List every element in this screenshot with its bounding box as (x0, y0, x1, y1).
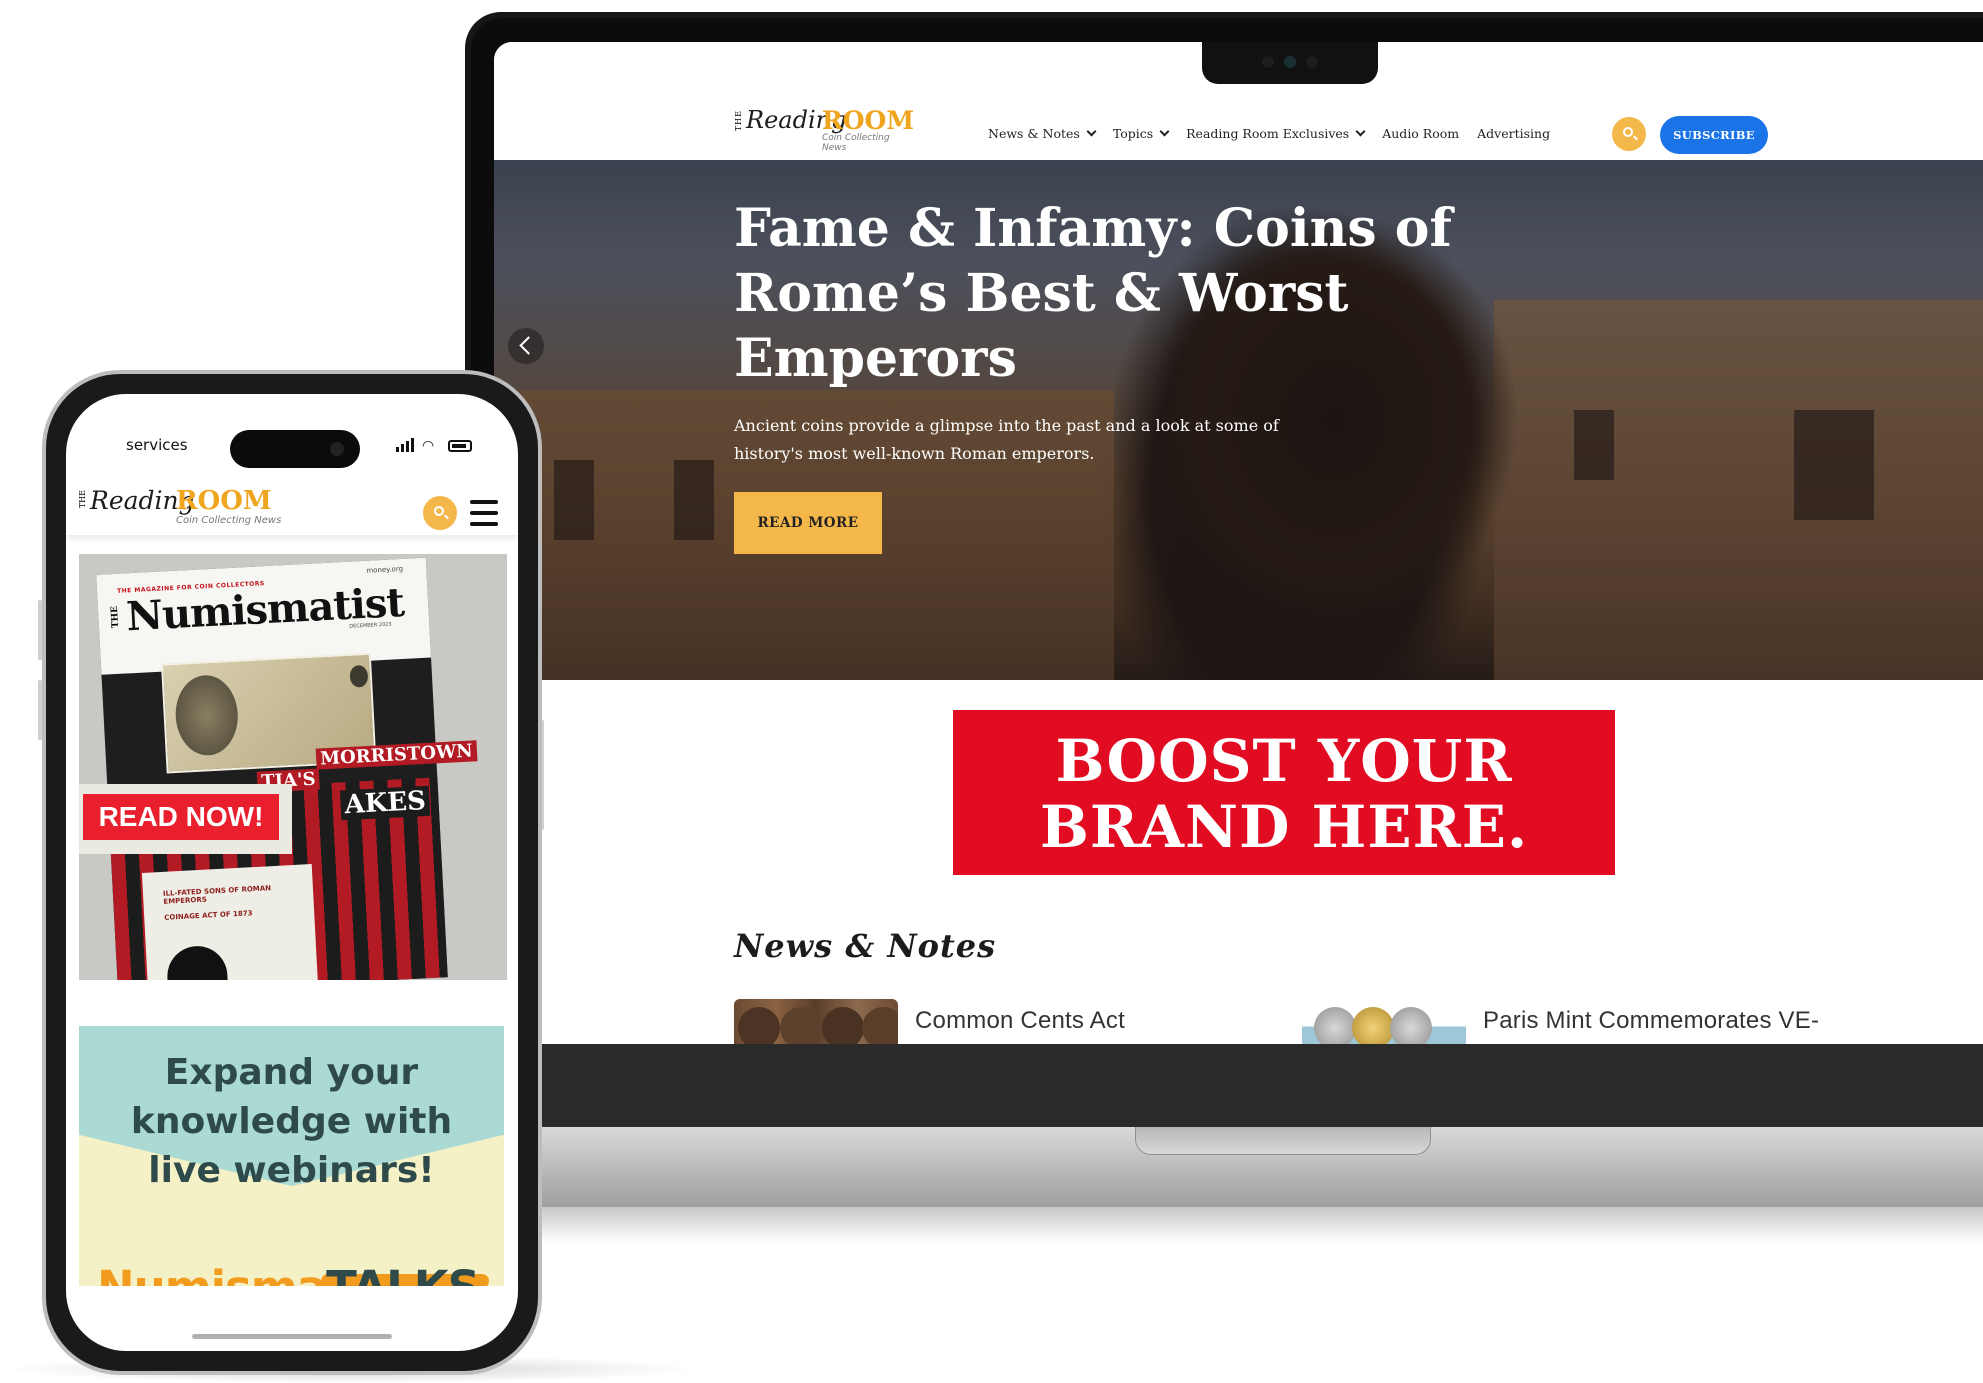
mobile-header: THE Reading ROOM Coin Collecting News (66, 474, 518, 536)
wifi-icon: ◠ (422, 438, 435, 454)
news-thumb-paris-mint[interactable] (1302, 999, 1466, 1045)
logo-room: ROOM (822, 106, 915, 135)
phone-screen: services ◠ THE Reading ROOM Coin Collect… (66, 394, 518, 1351)
nav-audio-room[interactable]: Audio Room (1382, 126, 1459, 141)
news-item-title[interactable]: Common Cents Act (915, 1007, 1125, 1035)
ad-line-1: BOOST YOUR (1055, 727, 1513, 795)
chevron-down-icon (1159, 126, 1170, 137)
search-icon (434, 506, 444, 516)
hero-banner: Fame & Infamy: Coins of Rome’s Best & Wo… (494, 160, 1983, 680)
mobile-site-logo[interactable]: THE Reading ROOM Coin Collecting News (78, 486, 298, 530)
laptop-screen: THE Reading ROOM Coin Collecting News Ne… (494, 42, 1983, 1045)
nav-news-notes[interactable]: News & Notes (988, 126, 1097, 141)
magazine-date: DECEMBER 2023 (349, 621, 392, 630)
figure-silhouette (165, 944, 229, 980)
magazine-ad[interactable]: THE MAGAZINE FOR COIN COLLECTORS money.o… (79, 554, 507, 980)
news-heading: News & Notes (734, 927, 997, 965)
webinar-headline: Expand your knowledge with live webinars… (130, 1052, 453, 1191)
nav-advertising[interactable]: Advertising (1477, 126, 1550, 141)
magazine-url: money.org (366, 564, 404, 575)
hero-description: Ancient coins provide a glimpse into the… (734, 416, 1279, 463)
nav-reading-room-exclusives[interactable]: Reading Room Exclusives (1186, 126, 1366, 141)
magazine-cover: THE MAGAZINE FOR COIN COLLECTORS money.o… (96, 557, 478, 980)
hero-title[interactable]: Fame & Infamy: Coins of Rome’s Best & Wo… (734, 196, 1454, 391)
chevron-down-icon (1355, 126, 1366, 137)
chevron-down-icon (1086, 126, 1097, 137)
webinar-ad[interactable]: Expand your knowledge with live webinars… (79, 1026, 504, 1286)
numismatalks-logo: NumismaTALKS (97, 1261, 480, 1286)
phone-device: services ◠ THE Reading ROOM Coin Collect… (42, 370, 542, 1375)
read-more-button[interactable]: READ MORE (734, 492, 882, 554)
logo-tagline: Coin Collecting News (176, 515, 282, 526)
mobile-search-button[interactable] (423, 496, 457, 530)
battery-icon (448, 440, 472, 452)
status-icons: ◠ (396, 438, 486, 454)
main-nav: News & Notes Topics Reading Room Exclusi… (988, 126, 1568, 141)
logo-room: ROOM (176, 486, 272, 516)
camera-notch (1202, 42, 1378, 84)
news-item-title[interactable]: Paris Mint Commemorates VE- (1483, 1007, 1819, 1035)
camera-icon (1284, 56, 1296, 68)
logo-the: THE (78, 490, 87, 509)
site-logo[interactable]: THE Reading ROOM Coin Collecting News (734, 106, 915, 153)
ad-line-2: BRAND HERE. (1039, 793, 1529, 861)
hamburger-menu-icon[interactable] (470, 500, 498, 526)
laptop-open-notch (1135, 1127, 1431, 1155)
home-indicator[interactable] (192, 1334, 392, 1339)
signal-icon (396, 438, 416, 454)
search-button[interactable] (1612, 117, 1646, 151)
nav-topics[interactable]: Topics (1113, 126, 1170, 141)
logo-the: THE (734, 110, 743, 132)
carousel-prev-arrow-icon[interactable] (508, 328, 544, 364)
ad-banner[interactable]: BOOST YOUR BRAND HERE. (953, 710, 1615, 875)
dynamic-island (230, 430, 360, 468)
logo-tagline: Coin Collecting News (822, 133, 890, 153)
laptop-hinge (459, 1044, 1983, 1129)
status-carrier: services (126, 436, 188, 454)
search-icon (1623, 127, 1633, 137)
read-now-button[interactable]: READ NOW! (83, 794, 279, 840)
magazine-the: THE (109, 605, 122, 629)
subscribe-button[interactable]: SUBSCRIBE (1660, 116, 1768, 154)
news-thumb-common-cents[interactable] (734, 999, 898, 1045)
camera-icon (330, 442, 344, 456)
laptop-device: THE Reading ROOM Coin Collecting News Ne… (459, 12, 1983, 1243)
